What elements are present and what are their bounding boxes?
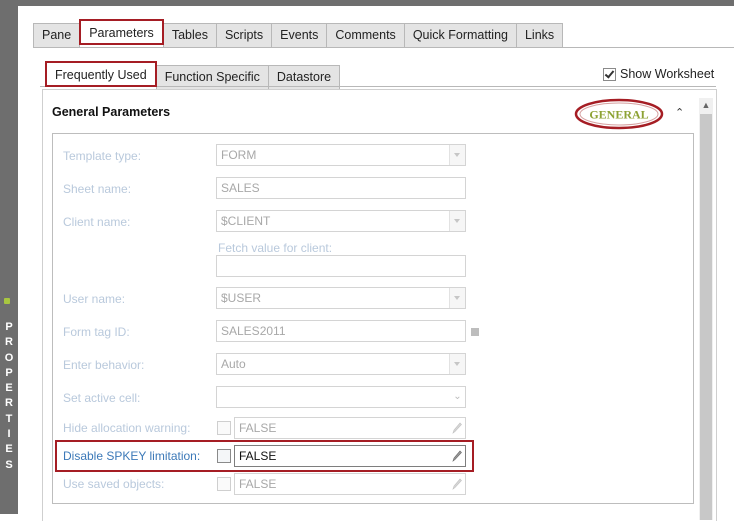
chevron-down-icon[interactable] xyxy=(449,211,465,231)
strip-indicator-icon xyxy=(4,298,10,304)
form-tag-square-icon[interactable] xyxy=(471,328,479,336)
chevron-down-icon[interactable]: ⌄ xyxy=(450,387,465,407)
enter-behavior-value: Auto xyxy=(221,357,246,371)
disable-spkey-input[interactable]: FALSE xyxy=(234,445,466,467)
set-active-cell-label: Set active cell: xyxy=(63,391,141,405)
enter-behavior-select[interactable]: Auto xyxy=(216,353,466,375)
client-name-label: Client name: xyxy=(63,215,131,229)
form-tag-id-label: Form tag ID: xyxy=(63,325,130,339)
properties-panel: Pane Parameters Tables Scripts Events Co… xyxy=(18,6,734,521)
set-active-cell-select[interactable]: ⌄ xyxy=(216,386,466,408)
hide-allocation-warning-value: FALSE xyxy=(239,421,277,435)
main-tabs-divider xyxy=(33,47,734,48)
scroll-up-icon[interactable]: ▲ xyxy=(699,98,713,112)
tab-quick-formatting[interactable]: Quick Formatting xyxy=(403,23,517,47)
client-name-select[interactable]: $CLIENT xyxy=(216,210,466,232)
tab-links[interactable]: Links xyxy=(515,23,564,47)
hide-allocation-warning-checkbox[interactable] xyxy=(217,421,231,435)
sub-tabs: Frequently Used Function Specific Datast… xyxy=(45,61,341,89)
use-saved-objects-value: FALSE xyxy=(239,477,277,491)
form-tag-id-input[interactable]: SALES2011 xyxy=(216,320,466,342)
chevron-down-icon[interactable] xyxy=(449,145,465,165)
disable-spkey-checkbox[interactable] xyxy=(217,449,231,463)
hide-allocation-warning-input[interactable]: FALSE xyxy=(234,417,466,439)
properties-vertical-label: P R O P E R T I E S xyxy=(4,321,14,471)
chevron-down-icon[interactable] xyxy=(449,288,465,308)
scroll-thumb[interactable] xyxy=(700,114,712,520)
main-tabs: Pane Parameters Tables Scripts Events Co… xyxy=(33,19,564,47)
user-name-value: $USER xyxy=(221,291,262,305)
disable-spkey-label: Disable SPKEY limitation: xyxy=(63,449,201,463)
properties-side-strip[interactable]: P R O P E R T I E S xyxy=(0,0,18,514)
use-saved-objects-checkbox[interactable] xyxy=(217,477,231,491)
tab-pane[interactable]: Pane xyxy=(33,23,81,47)
use-saved-objects-input[interactable]: FALSE xyxy=(234,473,466,495)
user-name-select[interactable]: $USER xyxy=(216,287,466,309)
sheet-name-label: Sheet name: xyxy=(63,182,132,196)
general-logo-icon: GENERAL xyxy=(574,98,664,130)
template-type-select[interactable]: FORM xyxy=(216,144,466,166)
use-saved-objects-label: Use saved objects: xyxy=(63,477,165,491)
section-title: General Parameters xyxy=(52,105,171,119)
tab-frequently-used[interactable]: Frequently Used xyxy=(45,61,157,87)
tab-comments[interactable]: Comments xyxy=(326,23,405,47)
tab-events[interactable]: Events xyxy=(271,23,328,47)
template-type-label: Template type: xyxy=(63,149,142,163)
sheet-name-input[interactable]: SALES xyxy=(216,177,466,199)
tab-tables[interactable]: Tables xyxy=(162,23,217,47)
pencil-icon[interactable] xyxy=(451,477,462,491)
tab-scripts[interactable]: Scripts xyxy=(215,23,273,47)
user-name-label: User name: xyxy=(63,292,126,306)
chevron-down-icon[interactable] xyxy=(449,354,465,374)
sheet-name-value: SALES xyxy=(221,181,260,195)
template-type-value: FORM xyxy=(221,148,257,162)
logo-text: GENERAL xyxy=(589,108,648,122)
hide-allocation-warning-label: Hide allocation warning: xyxy=(63,421,191,435)
vertical-scrollbar[interactable]: ▲ xyxy=(699,98,713,520)
pencil-icon[interactable] xyxy=(451,449,462,463)
disable-spkey-value: FALSE xyxy=(239,449,277,463)
form-tag-id-value: SALES2011 xyxy=(221,324,286,338)
fetch-value-input[interactable] xyxy=(216,255,466,277)
enter-behavior-label: Enter behavior: xyxy=(63,358,145,372)
client-name-value: $CLIENT xyxy=(221,214,271,228)
show-worksheet-label: Show Worksheet xyxy=(620,67,715,81)
show-worksheet-checkbox[interactable] xyxy=(603,67,616,81)
pencil-icon[interactable] xyxy=(451,421,462,435)
collapse-chevron-icon[interactable]: ⌃ xyxy=(675,106,684,119)
fetch-value-label: Fetch value for client: xyxy=(218,241,333,255)
tab-parameters[interactable]: Parameters xyxy=(79,19,164,45)
show-worksheet-toggle[interactable]: Show Worksheet xyxy=(603,67,714,81)
